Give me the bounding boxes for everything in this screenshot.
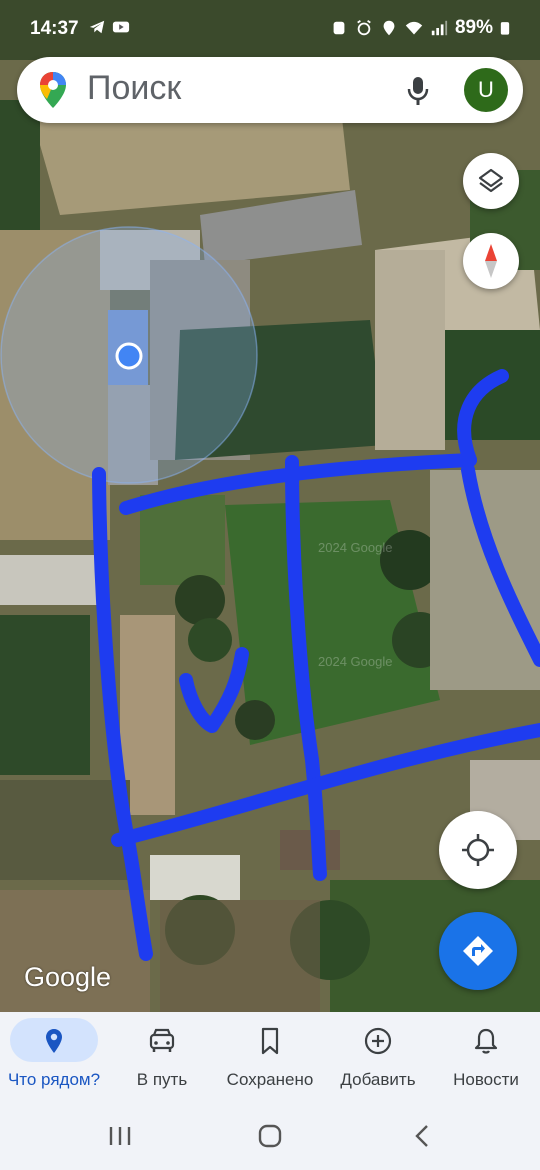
add-circle-icon — [364, 1027, 392, 1055]
bottom-navigation: Что рядом? В путь Сохранено Добавить Нов… — [0, 1012, 540, 1100]
account-avatar[interactable]: U — [464, 68, 508, 112]
current-location-dot — [115, 342, 143, 370]
bookmark-icon — [261, 1027, 279, 1055]
map-view[interactable]: 2024 Google 2024 Google 14:37 89% Поиск … — [0, 0, 540, 1012]
back-icon[interactable] — [408, 1122, 438, 1150]
microphone-icon[interactable] — [405, 75, 431, 107]
search-bar[interactable]: Поиск U — [17, 57, 523, 123]
wifi-icon — [405, 21, 423, 35]
directions-icon — [463, 936, 493, 966]
compass-icon — [485, 244, 497, 278]
nav-contribute[interactable]: Добавить — [324, 1012, 432, 1100]
nav-label-go: В путь — [136, 1070, 188, 1089]
alarm-icon — [357, 20, 371, 36]
nav-saved[interactable]: Сохранено — [216, 1012, 324, 1100]
my-location-button[interactable] — [439, 811, 517, 889]
car-icon — [149, 1028, 175, 1052]
nav-label-saved: Сохранено — [226, 1070, 314, 1089]
layers-icon — [478, 168, 504, 193]
google-maps-logo-icon — [40, 72, 66, 108]
directions-button[interactable] — [439, 912, 517, 990]
nav-label-contribute: Добавить — [340, 1070, 416, 1089]
recents-icon[interactable] — [105, 1122, 135, 1150]
nav-updates[interactable]: Новости — [432, 1012, 540, 1100]
map-watermark-2: 2024 Google — [318, 654, 392, 669]
pin-icon — [46, 1029, 62, 1053]
layers-button[interactable] — [463, 153, 519, 209]
app-icon — [333, 21, 345, 35]
compass-button[interactable] — [463, 233, 519, 289]
nav-label-updates: Новости — [453, 1070, 519, 1089]
signal-icon — [431, 20, 448, 36]
nav-label-explore: Что рядом? — [7, 1070, 101, 1089]
bell-icon — [474, 1028, 498, 1054]
location-icon — [383, 20, 395, 36]
home-icon[interactable] — [255, 1122, 285, 1150]
telegram-icon — [89, 20, 105, 34]
my-location-icon — [462, 834, 494, 866]
status-bar: 14:37 89% — [0, 0, 540, 56]
battery-icon — [500, 22, 510, 35]
map-watermark: 2024 Google — [318, 540, 392, 555]
nav-go[interactable]: В путь — [108, 1012, 216, 1100]
system-navigation-bar — [0, 1100, 540, 1170]
battery-percent: 89% — [454, 17, 493, 38]
search-input[interactable]: Поиск — [87, 69, 181, 108]
youtube-icon — [112, 21, 130, 33]
status-time: 14:37 — [30, 18, 79, 39]
nav-explore[interactable]: Что рядом? — [0, 1012, 108, 1100]
google-attribution: Google — [24, 962, 112, 992]
